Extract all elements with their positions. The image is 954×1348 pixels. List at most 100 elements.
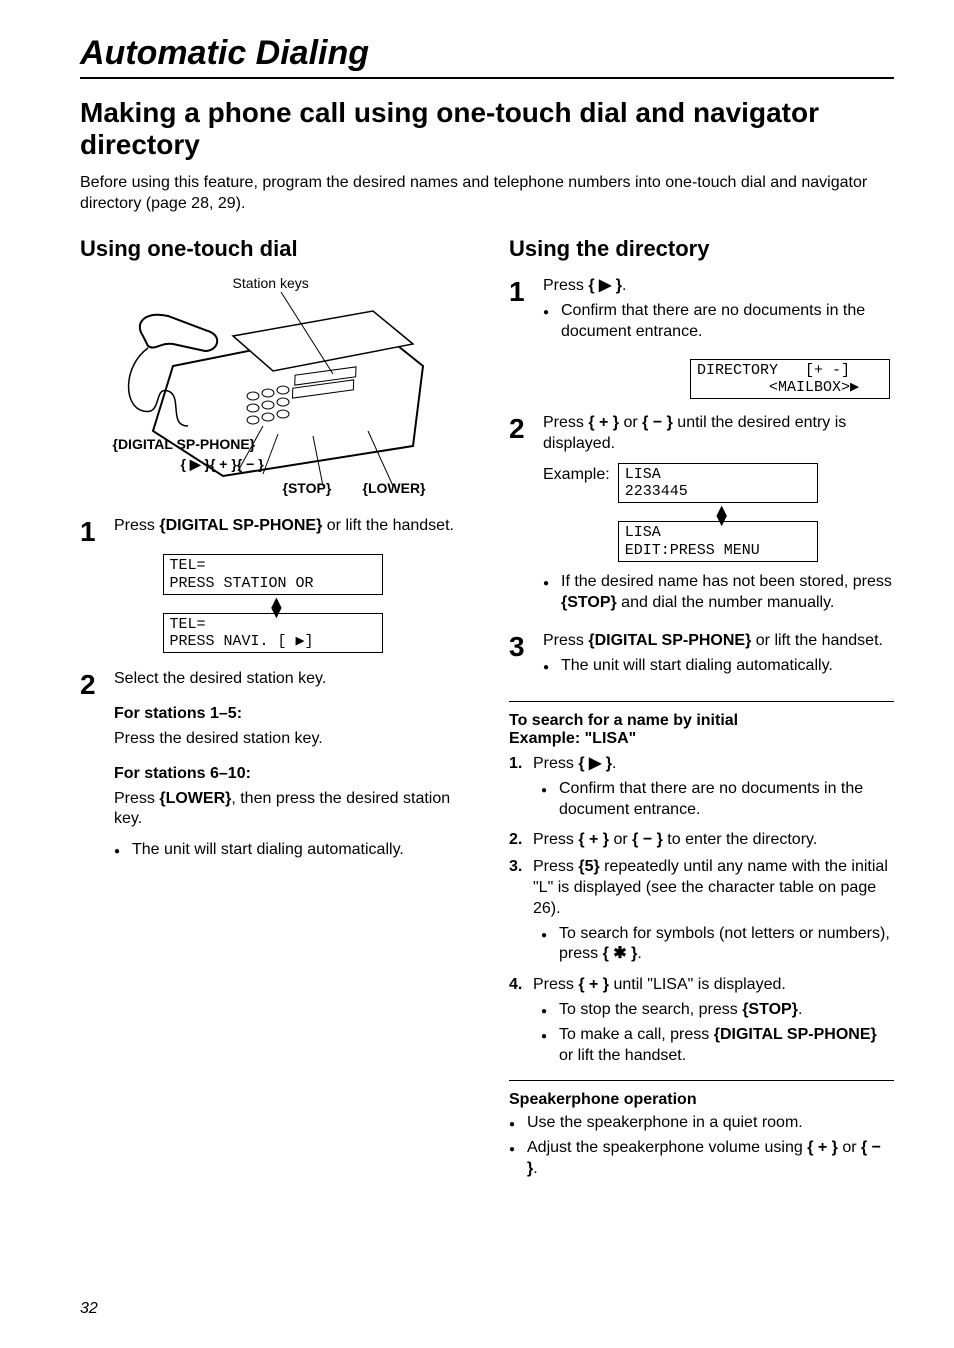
bullet-list: The unit will start dialing automaticall… <box>114 840 465 861</box>
right-column: Using the directory 1 Press { ▶ }. Confi… <box>509 236 894 1189</box>
bullet-list: To search for symbols (not letters or nu… <box>541 924 894 966</box>
list-item: Press { + } or { − } to enter the direct… <box>509 830 894 851</box>
step-number: 3 <box>509 633 543 661</box>
step-body: Press { ▶ }. Confirm that there are no d… <box>543 276 894 352</box>
text: Press the desired station key. <box>114 729 465 750</box>
bullet-list: The unit will start dialing automaticall… <box>543 656 894 677</box>
key-minus: { − } <box>632 831 663 848</box>
key-stop: {STOP} <box>561 594 617 611</box>
left-column: Using one-touch dial Station keys <box>80 236 465 1189</box>
text: to enter the directory. <box>663 831 817 848</box>
speakerphone-title: Speakerphone operation <box>509 1091 894 1109</box>
intro-text: Before using this feature, program the d… <box>80 173 894 214</box>
text: To stop the search, press <box>559 1001 742 1018</box>
text: until "LISA" is displayed. <box>609 976 786 993</box>
step-body: Press {DIGITAL SP-PHONE} or lift the han… <box>114 516 465 537</box>
text: Press <box>543 277 588 294</box>
text: Adjust the speakerphone volume using <box>527 1139 807 1156</box>
step-number: 2 <box>509 415 543 443</box>
key-digital-sp-phone: {DIGITAL SP-PHONE} <box>159 517 322 534</box>
label-nav-keys: { ▶ }{ + }{ − } <box>181 457 264 472</box>
bullet-item: If the desired name has not been stored,… <box>543 572 894 614</box>
text: or lift the handset. <box>322 517 454 534</box>
bullet-item: To make a call, press {DIGITAL SP-PHONE}… <box>541 1025 894 1067</box>
key-right-arrow: { ▶ } <box>588 277 622 294</box>
step-number: 1 <box>509 278 543 306</box>
page: Automatic Dialing Making a phone call us… <box>0 0 954 1348</box>
fax-diagram: Station keys <box>113 276 433 496</box>
up-down-icon: ▲▼ <box>713 505 723 519</box>
text: or <box>619 414 642 431</box>
search-title: To search for a name by initial <box>509 712 894 730</box>
key-plus: { + } <box>588 414 619 431</box>
left-step-1: 1 Press {DIGITAL SP-PHONE} or lift the h… <box>80 516 465 546</box>
bullet-item: Confirm that there are no documents in t… <box>541 779 894 821</box>
left-step-2: 2 Select the desired station key. For st… <box>80 669 465 871</box>
sub-title-stations-6-10: For stations 6–10: <box>114 764 465 785</box>
bullet-list: Confirm that there are no documents in t… <box>543 301 894 343</box>
search-example: Example: "LISA" <box>509 730 894 748</box>
right-heading: Using the directory <box>509 236 894 262</box>
lcd-directory: DIRECTORY [+ -] <MAILBOX>▶ <box>690 359 890 400</box>
list-item: Press {5} repeatedly until any name with… <box>509 857 894 965</box>
up-down-icon: ▲▼ <box>268 597 278 611</box>
text: . <box>798 1001 802 1018</box>
label-stop: {STOP} <box>283 481 332 496</box>
text: Press <box>543 632 588 649</box>
step-number: 1 <box>80 518 114 546</box>
left-heading: Using one-touch dial <box>80 236 465 262</box>
text: or lift the handset. <box>559 1047 686 1064</box>
two-column-layout: Using one-touch dial Station keys <box>80 236 894 1189</box>
text: . <box>612 755 616 772</box>
text: Press {LOWER}, then press the desired st… <box>114 789 465 831</box>
divider <box>509 701 894 702</box>
step-number: 2 <box>80 671 114 699</box>
lcd-line-1: TEL= PRESS STATION OR <box>163 554 383 595</box>
sub-title-stations-1-5: For stations 1–5: <box>114 704 465 725</box>
right-step-1: 1 Press { ▶ }. Confirm that there are no… <box>509 276 894 352</box>
section-heading: Making a phone call using one-touch dial… <box>80 97 894 161</box>
step-body: Press {DIGITAL SP-PHONE} or lift the han… <box>543 631 894 687</box>
key-digital-sp-phone: {DIGITAL SP-PHONE} <box>714 1026 877 1043</box>
text: or <box>838 1139 861 1156</box>
divider <box>509 1080 894 1081</box>
step-body: Press { + } or { − } until the desired e… <box>543 413 894 623</box>
bullet-item: Use the speakerphone in a quiet room. <box>509 1113 894 1134</box>
lcd-example-1: LISA 2233445 <box>618 463 818 504</box>
search-steps-list: Press { ▶ }. Confirm that there are no d… <box>509 754 894 1066</box>
bullet-item: The unit will start dialing automaticall… <box>543 656 894 677</box>
bullet-item: Confirm that there are no documents in t… <box>543 301 894 343</box>
key-plus: { + } <box>578 831 609 848</box>
lcd-display-group: TEL= PRESS STATION OR ▲▼ TEL= PRESS NAVI… <box>163 554 383 653</box>
key-5: {5} <box>578 858 599 875</box>
text: and dial the number manually. <box>617 594 835 611</box>
text: Select the desired station key. <box>114 670 326 687</box>
text: Press <box>114 790 159 807</box>
text: Press <box>533 976 578 993</box>
text: Press <box>114 517 159 534</box>
bullet-list: If the desired name has not been stored,… <box>543 572 894 614</box>
text: To make a call, press <box>559 1026 714 1043</box>
text: or lift the handset. <box>751 632 883 649</box>
text: If the desired name has not been stored,… <box>561 573 892 590</box>
key-digital-sp-phone: {DIGITAL SP-PHONE} <box>588 632 751 649</box>
page-number: 32 <box>80 1300 98 1318</box>
label-station-keys: Station keys <box>233 276 309 291</box>
text: . <box>533 1160 537 1177</box>
bullet-list: To stop the search, press {STOP}. To mak… <box>541 1000 894 1066</box>
fax-machine-icon <box>113 276 433 496</box>
key-plus: { + } <box>807 1139 838 1156</box>
chapter-title: Automatic Dialing <box>80 34 894 73</box>
bullet-item: The unit will start dialing automaticall… <box>114 840 465 861</box>
bullet-list: Confirm that there are no documents in t… <box>541 779 894 821</box>
bullet-list: Use the speakerphone in a quiet room. Ad… <box>509 1113 894 1179</box>
example-label: Example: <box>543 463 610 486</box>
right-step-2: 2 Press { + } or { − } until the desired… <box>509 413 894 623</box>
text: Press <box>533 858 578 875</box>
label-digital-sp-phone: {DIGITAL SP-PHONE} <box>113 437 256 452</box>
bullet-item: To search for symbols (not letters or nu… <box>541 924 894 966</box>
list-item: Press { + } until "LISA" is displayed. T… <box>509 975 894 1066</box>
text: . <box>622 277 626 294</box>
key-minus: { − } <box>642 414 673 431</box>
divider-top <box>80 77 894 79</box>
